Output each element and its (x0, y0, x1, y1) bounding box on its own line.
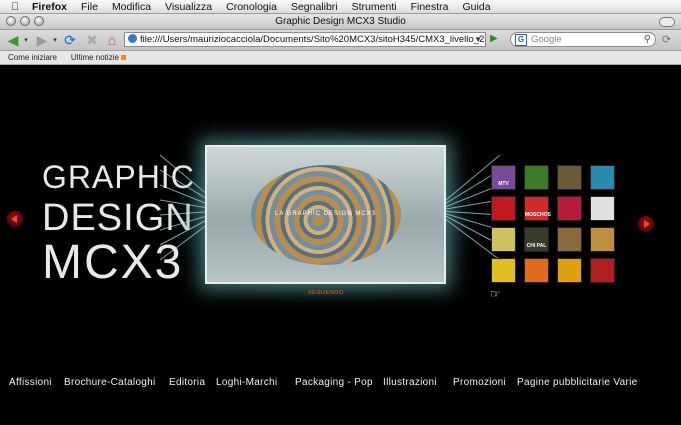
zoom-window-button[interactable] (34, 16, 44, 26)
menu-bar:  Firefox File Modifica Visualizza Crono… (0, 0, 681, 14)
portfolio-thumbnail-label: MTV (498, 181, 509, 187)
page-icon (128, 34, 137, 43)
minimize-window-button[interactable] (20, 16, 30, 26)
forward-icon[interactable]: ▶ (33, 32, 51, 48)
back-icon[interactable]: ◀ (4, 32, 22, 48)
portfolio-thumbnail[interactable] (524, 165, 549, 190)
menu-strumenti[interactable]: Strumenti (352, 1, 397, 13)
menu-cronologia[interactable]: Cronologia (226, 1, 277, 13)
search-icon[interactable]: ⚲ (644, 33, 651, 46)
nav-loghi-marchi[interactable]: Loghi-Marchi (216, 377, 277, 388)
portfolio-thumbnail[interactable] (557, 258, 582, 283)
close-window-button[interactable] (6, 16, 16, 26)
throbber-icon: ⟳ (662, 34, 672, 46)
nav-promozioni[interactable]: Promozioni (453, 377, 506, 388)
seguendo-link[interactable]: SEGUENDO (308, 290, 343, 296)
window-title-bar: Graphic Design MCX3 Studio (0, 14, 681, 30)
portfolio-thumbnail[interactable] (491, 196, 516, 221)
google-icon[interactable]: G (515, 34, 527, 46)
portfolio-thumbnail-label: CHI PAL (526, 243, 547, 249)
portfolio-thumbnail-label: MOSCHOS (525, 212, 551, 218)
menu-app[interactable]: Firefox (32, 1, 67, 13)
bookmark-ultime-notizie-label: Ultime notizie (70, 53, 119, 62)
back-dropdown-icon[interactable]: ▾ (22, 32, 30, 48)
url-bar[interactable]: file:///Users/mauriziocacciola/Documents… (124, 32, 486, 47)
portfolio-thumbnail[interactable] (557, 165, 582, 190)
nav-pagine-pubblicitarie-varie[interactable]: Pagine pubblicitarie Varie (517, 377, 637, 388)
portfolio-thumbnail[interactable] (590, 196, 615, 221)
next-arrow-button[interactable] (638, 216, 654, 232)
portfolio-thumbnail[interactable] (590, 258, 615, 283)
go-icon[interactable]: ▶ (490, 33, 502, 46)
portfolio-thumbnail[interactable] (557, 227, 582, 252)
screen-caption: LA GRAPHIC DESIGN MCX3 (274, 211, 377, 217)
portfolio-thumbnail[interactable]: MOSCHOS (524, 196, 551, 221)
search-input[interactable]: G Google ⚲ (510, 32, 656, 47)
bookmarks-bar: Come iniziare Ultime notizie (0, 51, 681, 65)
window-title: Graphic Design MCX3 Studio (275, 16, 406, 27)
window-controls (6, 16, 44, 26)
menu-modifica[interactable]: Modifica (112, 1, 151, 13)
menu-visualizza[interactable]: Visualizza (165, 1, 212, 13)
nav-editoria[interactable]: Editoria (169, 377, 205, 388)
portfolio-thumbnail[interactable] (491, 227, 516, 252)
nav-affissioni[interactable]: Affissioni (9, 377, 52, 388)
portfolio-thumbnail[interactable]: MTV (491, 165, 516, 190)
menu-file[interactable]: File (81, 1, 98, 13)
portfolio-thumbnail[interactable] (524, 258, 549, 283)
pointer-cursor-icon: ☞ (490, 287, 501, 301)
portfolio-thumbnail[interactable] (557, 196, 582, 221)
page-content: GRAPHIC DESIGN MCX3 LA GRAPHIC DESIGN MC… (0, 65, 681, 425)
menu-finestra[interactable]: Finestra (411, 1, 449, 13)
rss-icon (120, 55, 126, 60)
menu-segnalibri[interactable]: Segnalibri (291, 1, 338, 13)
forward-dropdown-icon[interactable]: ▾ (51, 32, 59, 48)
previous-arrow-button[interactable] (7, 211, 23, 227)
apple-icon[interactable]:  (8, 1, 22, 13)
toolbar-toggle-button[interactable] (659, 17, 675, 27)
portfolio-thumbnail[interactable] (590, 227, 615, 252)
nav-packaging-pop[interactable]: Packaging - Pop (295, 377, 373, 388)
nav-illustrazioni[interactable]: Illustrazioni (383, 377, 437, 388)
navigation-toolbar: ◀ ▾ ▶ ▾ ⟳ ✖ ⌂ file:///Users/mauriziocacc… (0, 30, 681, 51)
portfolio-thumbnail[interactable] (590, 165, 615, 190)
url-dropdown-icon[interactable]: ▼ (474, 33, 482, 46)
bookmark-come-iniziare[interactable]: Come iniziare (8, 53, 57, 62)
stop-icon[interactable]: ✖ (84, 32, 100, 48)
url-text: file:///Users/mauriziocacciola/Documents… (140, 34, 486, 45)
home-icon[interactable]: ⌂ (104, 32, 120, 48)
search-placeholder: Google (531, 34, 562, 45)
hero-screen: LA GRAPHIC DESIGN MCX3 (205, 145, 446, 284)
reload-icon[interactable]: ⟳ (62, 32, 78, 48)
portfolio-thumbnail[interactable]: CHI PAL (524, 227, 549, 252)
menu-guida[interactable]: Guida (463, 1, 491, 13)
bookmark-ultime-notizie[interactable]: Ultime notizie (71, 53, 126, 62)
portfolio-thumbnail[interactable] (491, 258, 516, 283)
nav-brochure-cataloghi[interactable]: Brochure-Cataloghi (64, 377, 156, 388)
